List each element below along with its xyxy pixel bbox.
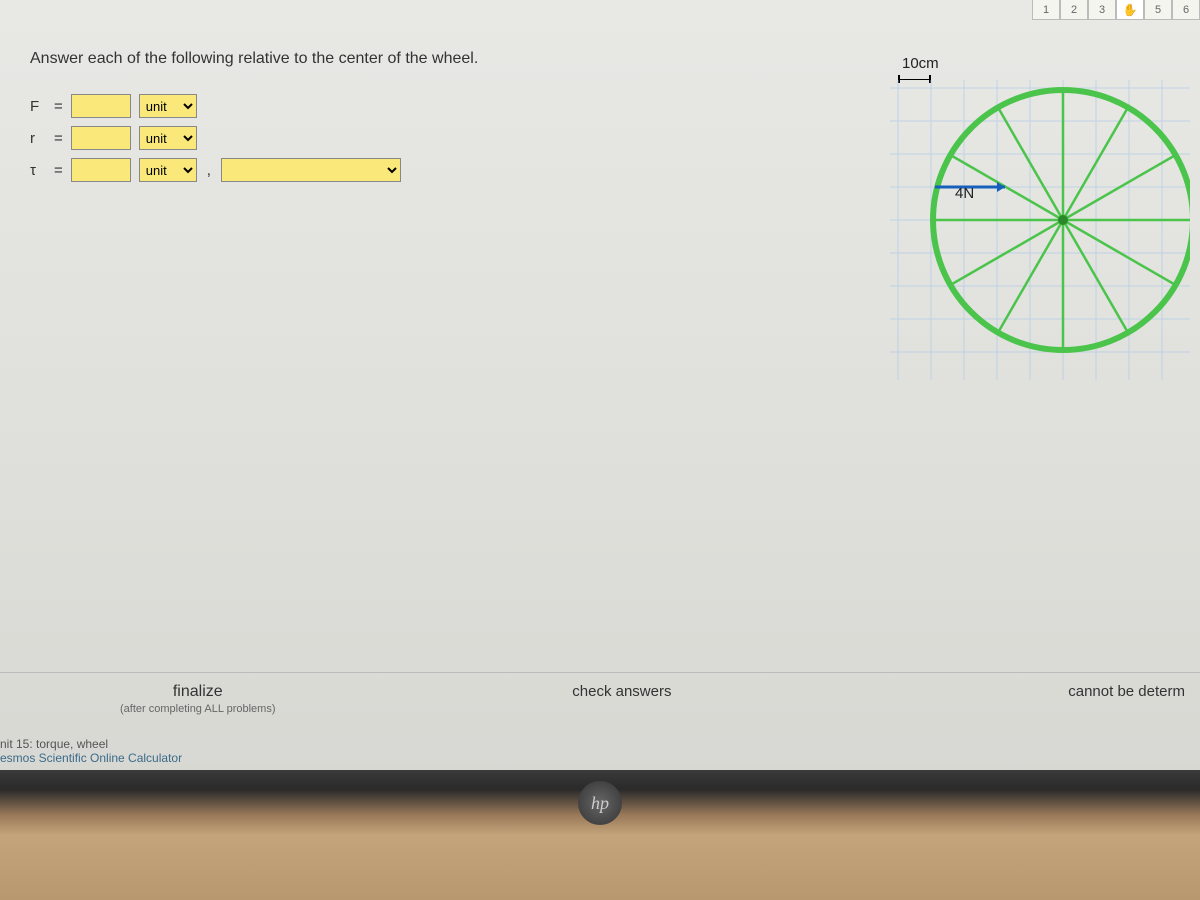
finalize-button[interactable]: finalize xyxy=(120,683,276,701)
label-f: F xyxy=(30,98,46,115)
check-answers-button[interactable]: check answers xyxy=(572,683,671,700)
select-tau-unit[interactable]: unit xyxy=(139,158,197,182)
equals-r: = xyxy=(54,130,63,147)
footer-links: nit 15: torque, wheel esmos Scientific O… xyxy=(0,737,182,765)
equals-f: = xyxy=(54,98,63,115)
select-f-unit[interactable]: unit xyxy=(139,94,197,118)
select-r-unit[interactable]: unit xyxy=(139,126,197,150)
comma: , xyxy=(207,162,211,179)
cannot-determine-button[interactable]: cannot be determ xyxy=(1068,683,1185,700)
footer-title: nit 15: torque, wheel xyxy=(0,737,108,751)
wheel-svg xyxy=(890,80,1190,380)
footer-calculator-link[interactable]: esmos Scientific Online Calculator xyxy=(0,751,182,765)
wheel-diagram: 10cm xyxy=(890,75,1190,375)
select-tau-direction[interactable] xyxy=(221,158,401,182)
question-prompt: Answer each of the following relative to… xyxy=(30,50,1180,68)
force-label: 4N xyxy=(955,185,974,202)
input-tau-value[interactable] xyxy=(71,158,131,182)
scale-label: 10cm xyxy=(902,55,939,72)
finalize-block: finalize (after completing ALL problems) xyxy=(120,683,276,715)
bottom-section: finalize (after completing ALL problems)… xyxy=(0,672,1200,715)
equals-tau: = xyxy=(54,162,63,179)
label-r: r xyxy=(30,130,46,147)
label-tau: τ xyxy=(30,162,46,179)
input-r-value[interactable] xyxy=(71,126,131,150)
input-f-value[interactable] xyxy=(71,94,131,118)
hp-logo-icon: hp xyxy=(578,781,622,825)
finalize-subtitle: (after completing ALL problems) xyxy=(120,703,276,715)
content-area: Answer each of the following relative to… xyxy=(0,0,1200,203)
